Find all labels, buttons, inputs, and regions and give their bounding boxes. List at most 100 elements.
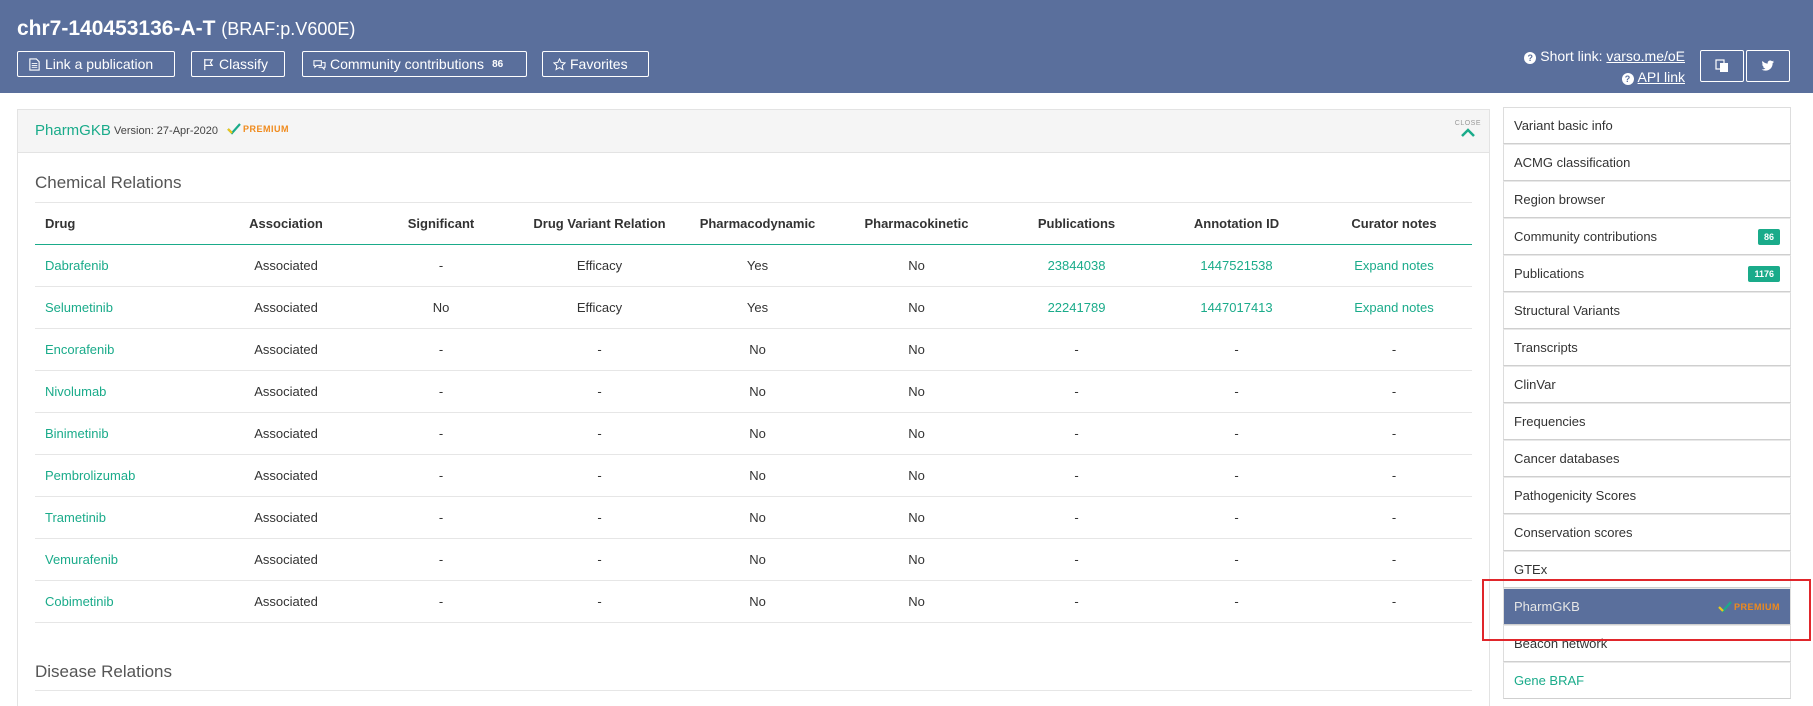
highlight-box <box>1482 579 1811 641</box>
table-cell: - <box>1316 328 1472 371</box>
sidebar-item-cancer-databases[interactable]: Cancer databases <box>1503 440 1791 477</box>
table-cell[interactable]: Pembrolizumab <box>35 454 211 497</box>
table-cell: Associated <box>211 412 361 455</box>
table-cell[interactable]: Encorafenib <box>35 328 211 371</box>
community-count: 86 <box>492 58 504 70</box>
link-publication-button[interactable]: Link a publication <box>17 51 175 77</box>
table-cell[interactable]: 1447521538 <box>1157 244 1316 287</box>
sidebar-item-gene-braf[interactable]: Gene BRAF <box>1503 662 1791 699</box>
classify-label: Classify <box>219 56 269 72</box>
community-contributions-label: Community contributions <box>330 56 485 72</box>
twitter-button[interactable] <box>1746 50 1790 82</box>
table-cell: - <box>1157 328 1316 371</box>
table-cell[interactable]: Trametinib <box>35 496 211 539</box>
table-cell: No <box>837 412 996 455</box>
table-cell[interactable]: 22241789 <box>996 286 1157 329</box>
col-drug-variant-relation: Drug Variant Relation <box>521 202 678 245</box>
table-cell: - <box>1316 580 1472 623</box>
col-curator-notes: Curator notes <box>1316 202 1472 245</box>
sidebar-item-publications[interactable]: Publications 1176 <box>1503 255 1791 292</box>
table-cell: - <box>521 538 678 581</box>
sidebar-item-label: Publications <box>1514 266 1585 281</box>
count-badge: 1176 <box>1748 265 1780 282</box>
short-links: ? Short link: varso.me/oE ? API link <box>1524 46 1685 88</box>
table-cell: Associated <box>211 496 361 539</box>
table-cell: Associated <box>211 370 361 413</box>
table-row: Pembrolizumab Associated - - No No - - - <box>35 454 1472 497</box>
sidebar-item-frequencies[interactable]: Frequencies <box>1503 403 1791 440</box>
chemical-relations-title: Chemical Relations <box>35 173 182 192</box>
sidebar-item-variant-basic-info[interactable]: Variant basic info <box>1503 107 1791 144</box>
favorites-label: Favorites <box>570 56 628 72</box>
table-cell: - <box>361 370 521 413</box>
close-label: CLOSE <box>1454 120 1481 127</box>
table-cell[interactable]: Nivolumab <box>35 370 211 413</box>
table-row: Dabrafenib Associated - Efficacy Yes No 238440… <box>35 244 1472 287</box>
table-cell: No <box>837 538 996 581</box>
table-cell: - <box>1157 496 1316 539</box>
star-icon <box>553 57 566 71</box>
table-cell: - <box>996 412 1157 455</box>
sidebar-item-pathogenicity-scores[interactable]: Pathogenicity Scores <box>1503 477 1791 514</box>
question-icon: ? <box>1621 73 1634 85</box>
count-badge: 86 <box>1757 228 1780 245</box>
copy-button[interactable] <box>1700 50 1744 82</box>
table-cell: Associated <box>211 244 361 287</box>
sidebar-item-clinvar[interactable]: ClinVar <box>1503 366 1791 403</box>
table-cell: - <box>361 580 521 623</box>
check-icon <box>227 123 241 135</box>
api-link[interactable]: API link <box>1638 69 1685 85</box>
sidebar-item-community-contributions[interactable]: Community contributions 86 <box>1503 218 1791 255</box>
collapse-button[interactable]: CLOSE <box>1455 120 1481 137</box>
table-row: Binimetinib Associated - - No No - - - <box>35 412 1472 455</box>
table-cell[interactable]: Selumetinib <box>35 286 211 329</box>
table-cell: No <box>678 454 837 497</box>
sidebar-item-transcripts[interactable]: Transcripts <box>1503 329 1791 366</box>
table-cell[interactable]: Binimetinib <box>35 412 211 455</box>
short-link[interactable]: varso.me/oE <box>1606 48 1685 64</box>
table-cell[interactable]: 23844038 <box>996 244 1157 287</box>
table-cell: Associated <box>211 538 361 581</box>
table-cell: No <box>837 454 996 497</box>
table-cell: Associated <box>211 454 361 497</box>
col-publications: Publications <box>996 202 1157 245</box>
sidebar-item-label: Conservation scores <box>1514 525 1633 540</box>
sidebar-item-label: Cancer databases <box>1514 451 1620 466</box>
page-title: chr7-140453136-A-T (BRAF:p.V600E) <box>17 17 355 41</box>
sidebar-item-label: Community contributions <box>1514 229 1658 244</box>
table-cell[interactable]: Dabrafenib <box>35 244 211 287</box>
table-cell: - <box>1316 370 1472 413</box>
table-cell: - <box>996 496 1157 539</box>
sidebar-item-acmg-classification[interactable]: ACMG classification <box>1503 144 1791 181</box>
table-cell[interactable]: Vemurafenib <box>35 538 211 581</box>
table-cell[interactable]: Expand notes <box>1316 286 1472 329</box>
premium-badge: PREMIUM <box>227 123 289 135</box>
table-cell: - <box>1316 538 1472 581</box>
sidebar-item-conservation-scores[interactable]: Conservation scores <box>1503 514 1791 551</box>
chemical-relations-table: Drug Association Significant Drug Varian… <box>35 202 1472 623</box>
table-cell: - <box>521 328 678 371</box>
favorites-button[interactable]: Favorites <box>542 51 649 77</box>
copy-icon <box>1715 59 1728 72</box>
question-icon: ? <box>1524 52 1537 64</box>
col-annotation-id: Annotation ID <box>1157 202 1316 245</box>
table-cell: No <box>361 286 521 329</box>
table-cell: No <box>678 412 837 455</box>
premium-label: PREMIUM <box>243 124 289 134</box>
community-contributions-button[interactable]: Community contributions 86 <box>302 51 527 77</box>
sidebar-item-structural-variants[interactable]: Structural Variants <box>1503 292 1791 329</box>
table-cell: Yes <box>678 244 837 287</box>
col-significant: Significant <box>361 202 521 245</box>
sidebar-item-region-browser[interactable]: Region browser <box>1503 181 1791 218</box>
table-cell[interactable]: Expand notes <box>1316 244 1472 287</box>
table-cell[interactable]: 1447017413 <box>1157 286 1316 329</box>
table-cell: - <box>521 370 678 413</box>
classify-button[interactable]: Classify <box>191 51 285 77</box>
table-cell: - <box>361 412 521 455</box>
sidebar-item-label: Frequencies <box>1514 414 1586 429</box>
table-row: Selumetinib Associated No Efficacy Yes No 2224… <box>35 286 1472 329</box>
table-cell: - <box>1316 496 1472 539</box>
table-cell[interactable]: Cobimetinib <box>35 580 211 623</box>
table-cell: - <box>1316 454 1472 497</box>
table-cell: - <box>1157 538 1316 581</box>
